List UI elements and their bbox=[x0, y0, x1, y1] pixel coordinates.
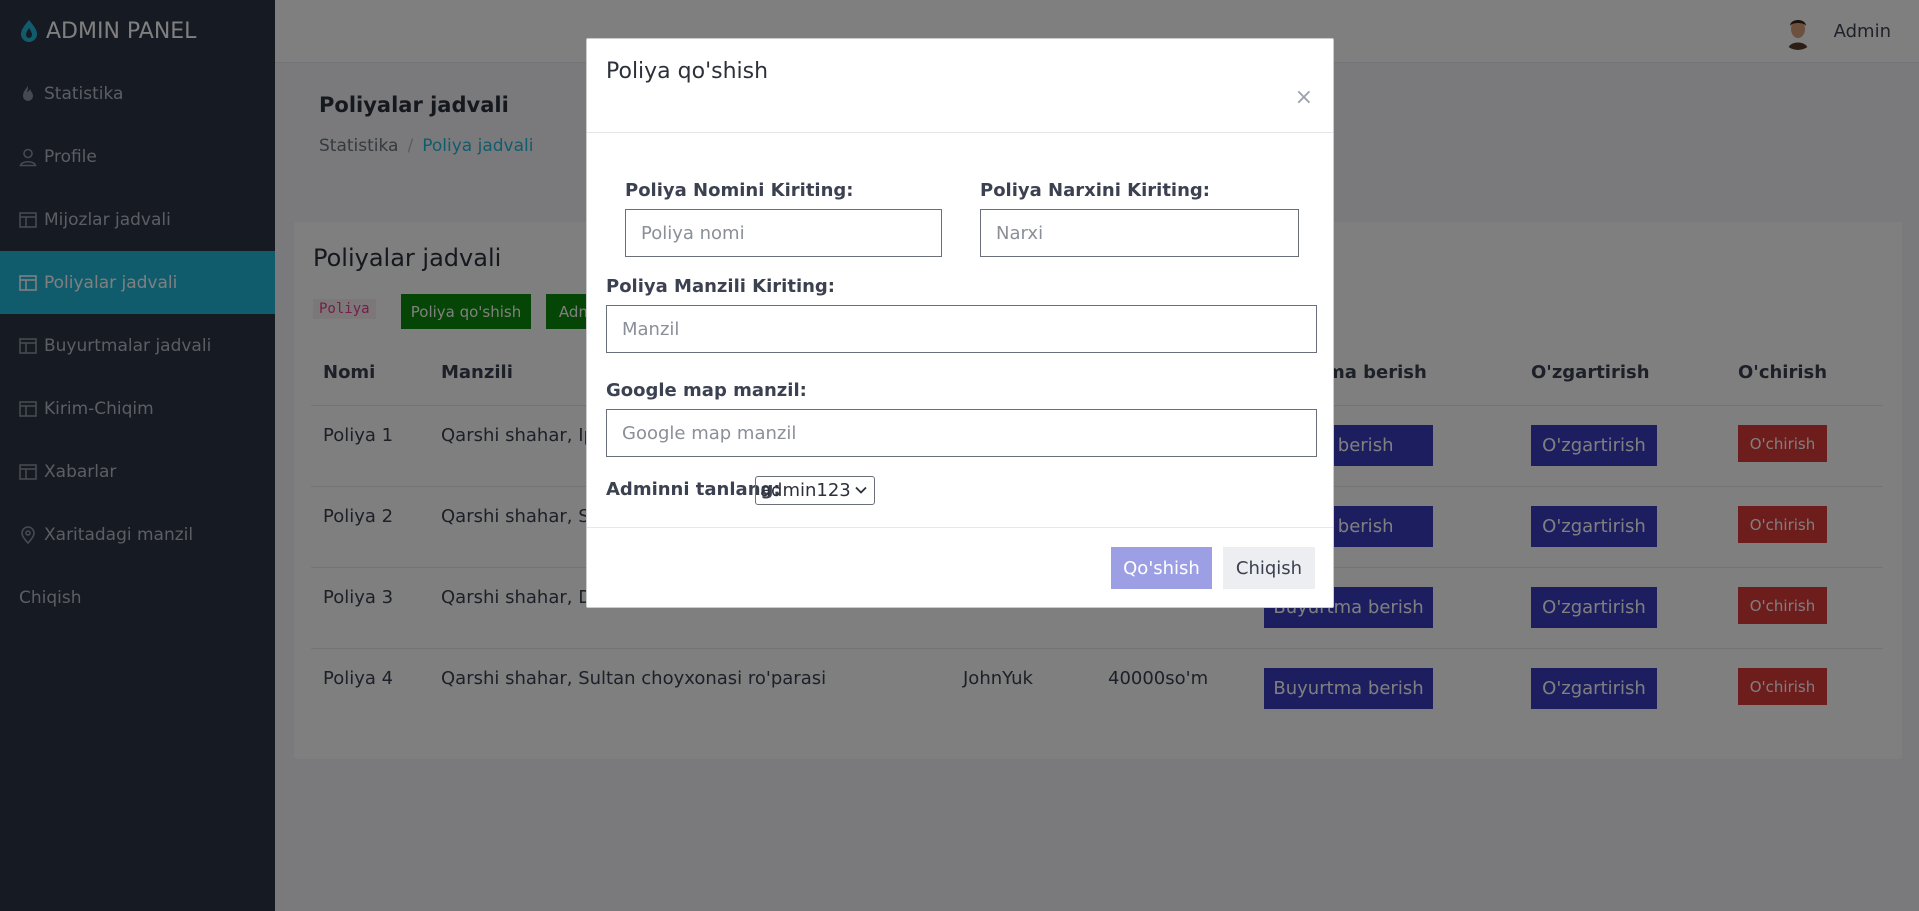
map-label: Google map manzil: bbox=[606, 380, 807, 401]
add-poliya-modal: Poliya qo'shish × Poliya Nomini Kiriting… bbox=[586, 38, 1334, 608]
price-label: Poliya Narxini Kiriting: bbox=[980, 180, 1211, 201]
admin-select-value: admin123 bbox=[760, 480, 851, 501]
modal-title: Poliya qo'shish bbox=[606, 59, 769, 84]
google-map-input[interactable]: Google map manzil bbox=[606, 409, 1317, 457]
poliya-price-input[interactable]: Narxi bbox=[980, 209, 1299, 257]
address-label: Poliya Manzili Kiriting: bbox=[606, 276, 836, 297]
modal-header-divider bbox=[587, 132, 1333, 133]
poliya-name-input[interactable]: Poliya nomi bbox=[625, 209, 942, 257]
modal-footer-divider bbox=[587, 527, 1333, 528]
close-icon[interactable]: × bbox=[1295, 87, 1313, 109]
chevron-down-icon bbox=[855, 486, 867, 494]
name-label: Poliya Nomini Kiriting: bbox=[625, 180, 854, 201]
poliya-address-input[interactable]: Manzil bbox=[606, 305, 1317, 353]
cancel-button[interactable]: Chiqish bbox=[1223, 547, 1315, 589]
submit-button[interactable]: Qo'shish bbox=[1111, 547, 1212, 589]
admin-select[interactable]: admin123 bbox=[755, 476, 875, 505]
